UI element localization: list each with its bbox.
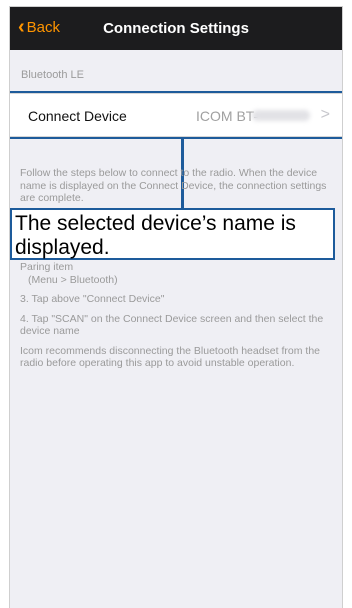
instructions-step-3: 3. Tap above "Connect Device" xyxy=(20,293,165,305)
instructions-note: Icom recommends disconnecting the Blueto… xyxy=(20,344,320,370)
page-title: Connection Settings xyxy=(103,20,249,37)
step-2-menu-path: (Menu > Bluetooth) xyxy=(28,273,118,286)
instructions-intro: Follow the steps below to connect to the… xyxy=(20,167,327,204)
navigation-bar: ‹ Back Connection Settings xyxy=(10,7,342,50)
annotation-callout: The selected device’s name is displayed. xyxy=(10,208,335,260)
app-screen: ‹ Back Connection Settings Bluetooth LE … xyxy=(9,6,343,608)
instructions-text: Follow the steps below to connect to the… xyxy=(20,167,336,377)
instructions-step-4: 4. Tap "SCAN" on the Connect Device scre… xyxy=(20,312,324,338)
cell-highlight-frame xyxy=(10,91,342,139)
section-header: Bluetooth LE xyxy=(21,69,84,81)
